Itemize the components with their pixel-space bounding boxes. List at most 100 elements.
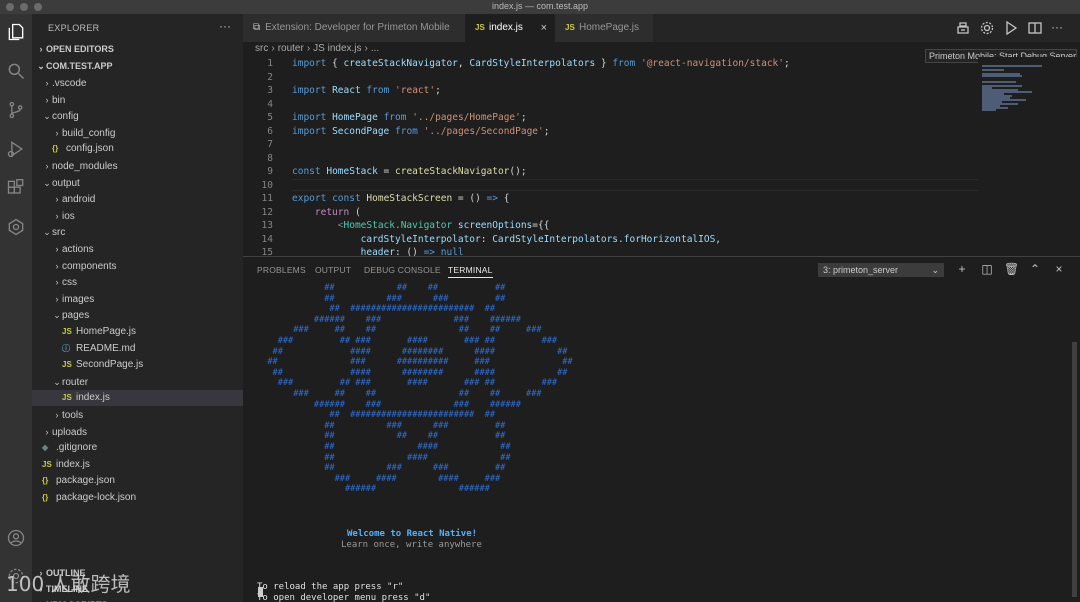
tab-homepage-js[interactable]: JS HomePage.js [555,14,653,42]
minimap-line [982,65,1042,67]
primeton-debug-server-icon[interactable] [955,20,971,36]
split-icon[interactable]: ◫ [980,262,994,276]
code-token: = [377,166,395,177]
line-number: 11 [261,193,273,204]
tree-item-css[interactable]: › css [32,274,243,290]
code-line[interactable]: 12 return ( [243,206,361,220]
terminal-output[interactable]: ## ## ## ## ## ### ### ## ## ###########… [257,283,1067,602]
breadcrumb-item[interactable]: router [278,43,304,54]
tab-index-js[interactable]: JS index.js × [465,14,555,42]
extensions-icon[interactable] [6,178,26,198]
code-line[interactable]: 7 [243,138,292,152]
explorer-icon[interactable] [6,22,26,42]
code-line[interactable]: 13 <HomeStack.Navigator screenOptions={{ [243,219,550,233]
terminal-scrollbar[interactable] [1072,342,1077,597]
section-open-editors[interactable]: › OPEN EDITORS [32,41,243,57]
tree-item-config[interactable]: ⌄config [32,108,243,124]
tab-output[interactable]: OUTPUT [315,265,351,275]
tree-item-readme-md[interactable]: ⓘ README.md [32,341,243,357]
tree-item-homepage-js[interactable]: JS HomePage.js [32,324,243,340]
tree-item-ios[interactable]: › ios [32,208,243,224]
tree-item--gitignore[interactable]: ◆ .gitignore [32,440,243,456]
code-line[interactable]: 5 import HomePage from '../pages/HomePage… [243,111,527,125]
js-file-icon: JS [475,23,485,32]
close-icon[interactable]: × [1052,262,1066,276]
explorer-sidebar: EXPLORER ··· › OPEN EDITORS ⌄COM.TEST.APP ›… [32,14,243,602]
tree-item-index-js[interactable]: JS index.js [32,390,243,407]
code-token: ; [520,112,527,123]
json-file-icon: {} [52,144,59,154]
ascii-art-line: ## ### ### ## [257,420,506,431]
code-line[interactable]: 8 [243,152,292,166]
account-icon[interactable] [6,528,26,548]
settings-icon[interactable] [979,20,995,36]
tree-item-output[interactable]: ⌄output [32,175,243,191]
tree-item-components[interactable]: › components [32,258,243,274]
ascii-art-line: ## ######################## ## [257,304,495,315]
code-token: HomeStack [326,166,378,177]
source-control-icon[interactable] [6,100,26,120]
tree-item-package-lock-json[interactable]: {} package-lock.json [32,490,243,506]
more-actions-icon[interactable]: ··· [1051,20,1067,36]
tree-item-build-config[interactable]: › build_config [32,125,243,141]
minimap[interactable] [978,57,1078,256]
primeton-icon[interactable] [6,217,26,237]
code-token: const [292,166,321,177]
tree-item-index-js[interactable]: JS index.js [32,457,243,473]
tree-item-tools[interactable]: › tools [32,407,243,423]
add-icon[interactable]: + [955,262,969,276]
tree-item-bin[interactable]: › bin [32,92,243,108]
code-line[interactable]: 9 const HomeStack = createStackNavigator(… [243,165,526,179]
code-token: createStackNavigator [395,166,510,177]
tree-item-config-json[interactable]: {} config.json [32,141,243,157]
terminal-select[interactable]: 3: primeton_server ⌄ [818,263,944,277]
section-npm-scripts[interactable]: ›NPM SCRIPTS [32,597,243,602]
breadcrumb-item[interactable]: JS index.js [313,43,361,54]
tree-item-src[interactable]: ⌄src [32,224,243,240]
tab-problems[interactable]: PROBLEMS [257,265,306,275]
tree-item-uploads[interactable]: › uploads [32,424,243,440]
more-actions-icon[interactable]: ··· [219,19,231,33]
code-line[interactable]: 6 import SecondPage from '../pages/Second… [243,125,549,139]
tab-debug-console[interactable]: DEBUG CONSOLE [364,265,441,275]
split-editor-icon[interactable] [1027,20,1043,36]
run-debug-icon[interactable] [6,139,26,159]
minimap-line [982,75,1022,77]
tree-item-package-json[interactable]: {} package.json [32,473,243,489]
chevron-right-icon: › [55,194,59,205]
tab-terminal[interactable]: TERMINAL [448,265,493,278]
chevron-right-icon: › [45,426,49,437]
tree-item-actions[interactable]: › actions [32,241,243,257]
tab-extension[interactable]: ⧉ Extension: Developer for Primeton Mobil… [243,14,465,42]
code-token: export [292,193,327,204]
line-number: 6 [267,125,273,137]
close-tab-icon[interactable]: × [541,14,547,42]
trash-icon[interactable]: 🗑 [1004,262,1019,276]
line-number: 14 [261,233,273,245]
tree-item--vscode[interactable]: › .vscode [32,75,243,91]
chevron-up-icon[interactable]: ⌃ [1028,262,1042,276]
code-line[interactable]: 10 [243,179,292,193]
tree-item-images[interactable]: › images [32,291,243,307]
code-token: from [383,112,407,123]
tree-item-router[interactable]: ⌄router [32,374,243,390]
code-editor[interactable]: 1 import { createStackNavigator, CardStyl… [243,57,978,256]
code-line[interactable]: 4 [243,98,292,112]
run-icon[interactable] [1003,20,1019,36]
breadcrumb-item[interactable]: ... [371,43,379,54]
tree-item-pages[interactable]: ⌄pages [32,307,243,323]
tree-item-secondpage-js[interactable]: JS SecondPage.js [32,357,243,373]
code-line[interactable]: 11 export const HomeStackScreen = () => { [243,192,510,206]
search-icon[interactable] [6,61,26,81]
code-line[interactable]: 3 import React from 'react'; [243,84,441,98]
code-line[interactable]: 14 cardStyleInterpolator: CardStyleInter… [243,233,721,247]
section-com-test-app[interactable]: ⌄COM.TEST.APP [32,58,243,74]
tree-item-android[interactable]: › android [32,191,243,207]
breadcrumb-item[interactable]: src [255,43,268,54]
welcome-text: Welcome to React Native! [347,529,478,539]
code-line[interactable]: 2 [243,71,292,85]
tree-item-node-modules[interactable]: › node_modules [32,158,243,174]
code-line[interactable]: 1 import { createStackNavigator, CardStyl… [243,57,789,71]
code-line[interactable]: 15 header: () => null [243,246,464,256]
ascii-art-line: ## #### ######## #### ## [257,346,568,357]
